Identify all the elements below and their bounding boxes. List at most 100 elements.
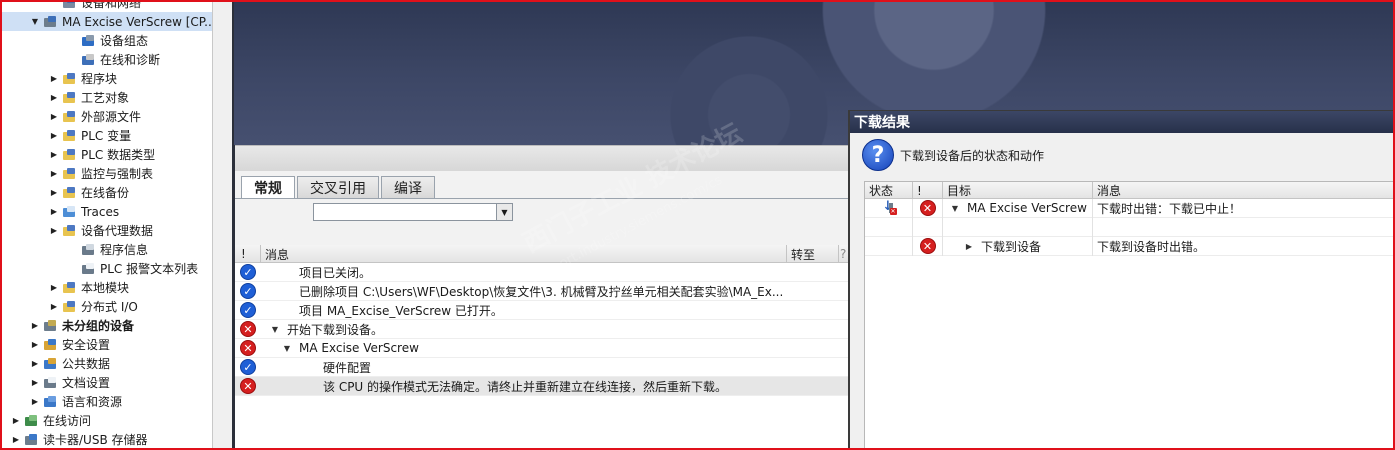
- expanded-arrow-icon[interactable]: ▼: [269, 325, 281, 334]
- tree-item-label: PLC 数据类型: [81, 148, 156, 162]
- column-target[interactable]: 目标: [943, 182, 1093, 199]
- tree-item[interactable]: ▶ 设备代理数据: [0, 221, 212, 240]
- tree-item-label: PLC 报警文本列表: [100, 262, 199, 276]
- collapsed-arrow-icon[interactable]: ▶: [48, 73, 60, 85]
- message-status: ✕: [235, 340, 261, 356]
- collapsed-arrow-icon[interactable]: ▶: [48, 282, 60, 294]
- column-goto[interactable]: 转至: [787, 245, 839, 263]
- message-row[interactable]: ✕ ▼ 开始下载到设备。: [235, 320, 848, 339]
- message-status: ✓: [235, 283, 261, 299]
- collapsed-arrow-icon[interactable]: ▶: [963, 242, 975, 251]
- tab-general[interactable]: 常规: [241, 176, 295, 199]
- folder-icon: [62, 186, 77, 200]
- tree-item[interactable]: ▶ PLC 数据类型: [0, 145, 212, 164]
- message-text: 项目已关闭。: [299, 265, 372, 280]
- chevron-down-icon[interactable]: ▼: [496, 204, 512, 220]
- collapsed-arrow-icon[interactable]: ▶: [48, 168, 60, 180]
- tree-item-label: MA Excise VerScrew [CP...: [62, 14, 216, 29]
- column-message[interactable]: 消息: [1093, 182, 1395, 199]
- collapsed-arrow-icon[interactable]: ▶: [48, 301, 60, 313]
- tree-item[interactable]: PLC 报警文本列表: [0, 259, 212, 278]
- collapsed-arrow-icon[interactable]: ▶: [10, 434, 22, 446]
- tree-item[interactable]: ▶ 监控与强制表: [0, 164, 212, 183]
- result-target: MA Excise VerScrew: [967, 201, 1087, 215]
- collapsed-arrow-icon[interactable]: ▶: [48, 187, 60, 199]
- collapsed-arrow-icon[interactable]: ▶: [48, 149, 60, 161]
- card-reader-icon: [24, 433, 39, 447]
- alarm-list-icon: [81, 262, 96, 276]
- message-cell: 硬件配置: [261, 359, 371, 376]
- tree-item[interactable]: ▶ 分布式 I/O: [0, 297, 212, 316]
- message-row[interactable]: ✕ ▼ MA Excise VerScrew: [235, 339, 848, 358]
- message-row[interactable]: ✓ 项目 MA_Excise_VerScrew 已打开。: [235, 301, 848, 320]
- expanded-arrow-icon[interactable]: ▼: [29, 16, 41, 28]
- message-row[interactable]: ✓ 硬件配置: [235, 358, 848, 377]
- result-row[interactable]: ↓✕ ✕ ▼ MA Excise VerScrew 下载时出错：下载已中止！: [865, 198, 1395, 218]
- collapsed-arrow-icon[interactable]: ▶: [29, 377, 41, 389]
- collapsed-arrow-icon[interactable]: ▶: [29, 339, 41, 351]
- devices-icon: [43, 319, 58, 333]
- result-target-cell: [943, 217, 1093, 237]
- message-row[interactable]: ✓ 已删除项目 C:\Users\WF\Desktop\恢复文件\3. 机械臂及拧…: [235, 282, 848, 301]
- message-status: ✓: [235, 302, 261, 318]
- column-extra[interactable]: ?: [839, 245, 848, 263]
- dialog-subtitle: 下载到设备后的状态和动作: [900, 149, 1045, 163]
- tree-item[interactable]: ▶ 外部源文件: [0, 107, 212, 126]
- tree-item[interactable]: 设备组态: [0, 31, 212, 50]
- tree-item[interactable]: ▶ 程序块: [0, 69, 212, 88]
- collapsed-arrow-icon[interactable]: ▶: [29, 396, 41, 408]
- tree-item[interactable]: ▼ MA Excise VerScrew [CP...: [0, 12, 216, 31]
- tree-item[interactable]: ▶ 工艺对象: [0, 88, 212, 107]
- tree-item[interactable]: ▶ 读卡器/USB 存储器: [0, 430, 212, 449]
- tree-item[interactable]: ▶ 在线访问: [0, 411, 212, 430]
- tree-item[interactable]: ▶ 文档设置: [0, 373, 212, 392]
- tree-item-label: 程序信息: [100, 243, 149, 257]
- check-icon: ✓: [240, 302, 256, 318]
- tab-cross-reference[interactable]: 交叉引用: [297, 176, 379, 198]
- result-target: 下载到设备: [981, 239, 1042, 254]
- result-message-cell: 下载时出错：下载已中止！: [1093, 199, 1395, 218]
- collapsed-arrow-icon[interactable]: ▶: [10, 415, 22, 427]
- tree-item[interactable]: 在线和诊断: [0, 50, 212, 69]
- tab-compile[interactable]: 编译: [381, 176, 435, 198]
- collapsed-arrow-icon[interactable]: ▶: [29, 358, 41, 370]
- tree-item[interactable]: ▶ 语言和资源: [0, 392, 212, 411]
- tree-item[interactable]: ▶ PLC 变量: [0, 126, 212, 145]
- collapsed-arrow-icon[interactable]: ▶: [48, 130, 60, 142]
- tree-item[interactable]: ▶ 安全设置: [0, 335, 212, 354]
- tree-item[interactable]: ▶ 公共数据: [0, 354, 212, 373]
- tree-item-label: 公共数据: [62, 357, 111, 371]
- result-row[interactable]: ✕ ▶ 下载到设备 下载到设备时出错。: [865, 236, 1395, 256]
- download-error-icon: ↓✕: [881, 200, 897, 216]
- result-flag-cell: ✕: [913, 198, 943, 218]
- collapsed-arrow-icon[interactable]: ▶: [48, 111, 60, 123]
- column-status[interactable]: 状态: [865, 182, 913, 199]
- tree-item-label: 设备组态: [100, 34, 149, 48]
- tree-item[interactable]: ▶ 本地模块: [0, 278, 212, 297]
- column-flag[interactable]: !: [235, 245, 261, 263]
- expanded-arrow-icon[interactable]: ▼: [949, 204, 961, 213]
- collapsed-arrow-icon[interactable]: ▶: [48, 92, 60, 104]
- tree-item[interactable]: ▶ 未分组的设备: [0, 316, 212, 335]
- collapsed-arrow-icon[interactable]: ▶: [48, 206, 60, 218]
- collapsed-arrow-icon[interactable]: ▶: [29, 320, 41, 332]
- tree-item[interactable]: ▶ 在线备份: [0, 183, 212, 202]
- tree-item[interactable]: ▶ Traces: [0, 202, 212, 221]
- result-row[interactable]: [865, 217, 1395, 237]
- error-icon: ✕: [240, 378, 256, 394]
- message-filter-select[interactable]: ▼: [313, 203, 513, 221]
- info-panel-header: [235, 145, 848, 171]
- folder-icon: [62, 281, 77, 295]
- message-grid-header: ! 消息 转至 ?: [235, 245, 848, 263]
- column-message[interactable]: 消息: [261, 245, 787, 263]
- message-row[interactable]: ✓ 项目已关闭。: [235, 263, 848, 282]
- tree-scrollbar[interactable]: [212, 0, 234, 450]
- tree-item[interactable]: 程序信息: [0, 240, 212, 259]
- message-row[interactable]: ✕ 该 CPU 的操作模式无法确定。请终止并重新建立在线连接，然后重新下载。: [235, 377, 848, 396]
- column-flag[interactable]: !: [913, 182, 943, 199]
- tree-item[interactable]: 设备和网络: [0, 0, 212, 12]
- collapsed-arrow-icon[interactable]: ▶: [48, 225, 60, 237]
- expanded-arrow-icon[interactable]: ▼: [281, 344, 293, 353]
